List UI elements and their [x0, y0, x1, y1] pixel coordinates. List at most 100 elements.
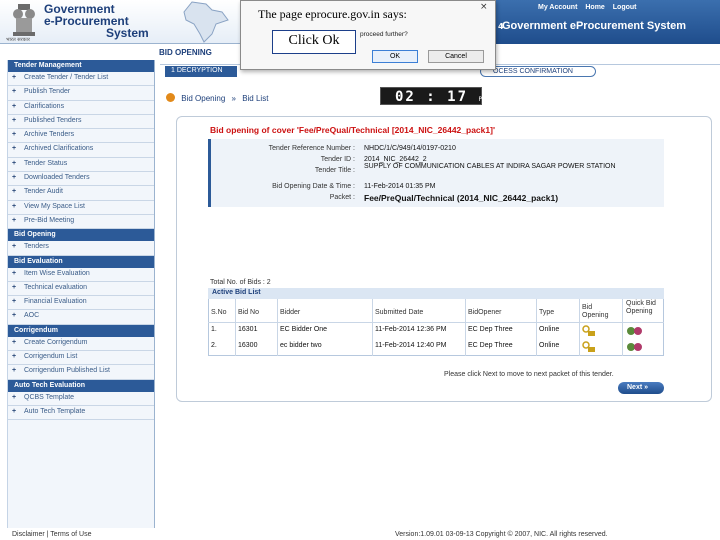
sidebar-item-label: Archived Clarifications: [24, 145, 94, 153]
plus-icon: +: [12, 216, 17, 224]
quick-open-icon[interactable]: [626, 325, 644, 337]
logo-subtext: भारत सरकार: [6, 37, 30, 43]
cell-sno: 2.: [211, 342, 217, 349]
sidebar-item[interactable]: + Corrigendum List: [8, 351, 154, 366]
footer-copyright: Version:1.09.01 03-09-13 Copyright © 200…: [395, 531, 608, 538]
server-clock: 02 : 17 PM: [380, 87, 486, 105]
plus-icon: +: [12, 243, 17, 251]
key-icon[interactable]: [582, 341, 596, 353]
dialog-close-icon[interactable]: ×: [480, 2, 488, 12]
sidebar-item[interactable]: + Publish Tender: [8, 86, 154, 101]
screen: Government e-Procurement System भारत सरक…: [0, 0, 720, 540]
column-header: Type: [539, 309, 555, 316]
sidebar-item-label: Published Tenders: [24, 116, 82, 124]
next-button[interactable]: Next »: [618, 382, 664, 394]
sidebar-item-label: Corrigendum List: [24, 353, 78, 361]
column-header: Submitted Date: [375, 309, 424, 316]
sidebar-item[interactable]: + Corrigendum Published List: [8, 365, 154, 380]
tab-decryption[interactable]: 1 DECRYPTION: [165, 66, 237, 77]
column-header: Bid No: [238, 309, 260, 316]
quick-open-icon[interactable]: [626, 341, 644, 353]
field-value: 11-Feb-2014 01:35 PM: [364, 183, 436, 190]
cell-sno: 1.: [211, 326, 217, 333]
sidebar-item[interactable]: + Tender Status: [8, 158, 154, 173]
sidebar-item-label: Clarifications: [24, 102, 65, 110]
cell-bidder: ec bidder two: [280, 342, 322, 349]
clock-time: 02 : 17: [395, 89, 469, 105]
sidebar-item[interactable]: + Archived Clarifications: [8, 143, 154, 158]
sidebar-item[interactable]: + Financial Evaluation: [8, 296, 154, 311]
cell-bidder: EC Bidder One: [280, 326, 328, 333]
sidebar-item[interactable]: + Create Tender / Tender List: [8, 72, 154, 87]
sidebar-item-label: Item Wise Evaluation: [24, 269, 90, 277]
plus-icon: +: [12, 174, 17, 182]
plus-icon: +: [12, 88, 17, 96]
sidebar-item[interactable]: + Create Corrigendum: [8, 337, 154, 352]
cell-submitted: 11-Feb-2014 12:40 PM: [375, 342, 447, 349]
sidebar-item-label: Auto Tech Template: [24, 407, 86, 415]
cell-opener: EC Dep Three: [468, 326, 513, 333]
ok-button[interactable]: OK: [372, 50, 418, 63]
sidebar-item[interactable]: + Downloaded Tenders: [8, 172, 154, 187]
sidebar-section-header: Corrigendum: [8, 324, 154, 337]
cell-submitted: 11-Feb-2014 12:36 PM: [375, 326, 447, 333]
clock-ampm: PM: [478, 96, 486, 103]
sidebar-item[interactable]: + Item Wise Evaluation: [8, 268, 154, 282]
key-icon[interactable]: [582, 325, 596, 337]
field-label: Tender Title :: [314, 167, 355, 174]
plus-icon: +: [12, 145, 17, 153]
sidebar-item-label: Tenders: [24, 243, 49, 251]
sidebar-item-label: Technical evaluation: [24, 283, 88, 291]
cell-bid-no: 16301: [238, 326, 258, 333]
sidebar-item[interactable]: + Pre-Bid Meeting: [8, 215, 154, 230]
cell-opener: EC Dep Three: [468, 342, 513, 349]
sidebar-item-label: Create Tender / Tender List: [24, 74, 109, 81]
sidebar-item[interactable]: + QCBS Template: [8, 392, 154, 406]
plus-icon: +: [12, 393, 17, 401]
sidebar-item[interactable]: + Published Tenders: [8, 115, 154, 130]
sidebar-item[interactable]: + Tenders: [8, 241, 154, 256]
sidebar-item-label: Create Corrigendum: [24, 338, 88, 346]
sidebar-item-label: Tender Audit: [24, 188, 63, 196]
sidebar-item[interactable]: + AOC: [8, 310, 154, 325]
field-label: Tender Reference Number :: [268, 145, 355, 152]
plus-icon: +: [12, 283, 17, 291]
sidebar-item[interactable]: + Archive Tenders: [8, 129, 154, 144]
sidebar-item[interactable]: + Tender Audit: [8, 186, 154, 201]
my-account-link[interactable]: My Account: [538, 4, 577, 11]
sidebar-item[interactable]: + Auto Tech Template: [8, 406, 154, 421]
sidebar-item-label: Archive Tenders: [24, 131, 75, 139]
bid-table-caption: Active Bid List: [208, 288, 664, 299]
sidebar-item-label: View My Space List: [24, 202, 85, 210]
sidebar-item[interactable]: + View My Space List: [8, 201, 154, 215]
plus-icon: +: [12, 407, 17, 415]
top-links: My Account Home Logout: [532, 4, 637, 11]
breadcrumb-bid-opening[interactable]: Bid Opening: [181, 94, 225, 103]
next-packet-note: Please click Next to move to next packet…: [444, 371, 614, 378]
logout-link[interactable]: Logout: [613, 4, 637, 11]
sidebar-section-header: Bid Opening: [8, 229, 154, 242]
home-link[interactable]: Home: [585, 4, 604, 11]
sidebar-section-header: Auto Tech Evaluation: [8, 379, 154, 392]
plus-icon: +: [12, 116, 17, 124]
dialog-title: The page eprocure.gov.in says:: [258, 7, 407, 21]
sidebar-item-label: Downloaded Tenders: [24, 174, 90, 182]
plus-icon: +: [12, 102, 17, 110]
column-header: Bidder: [280, 309, 301, 316]
sidebar: Tender Management + Create Tender / Tender…: [7, 60, 155, 528]
page-tab-bid-opening: BID OPENING: [159, 48, 212, 57]
dialog-message: proceed further?: [360, 31, 408, 38]
sidebar-item-label: QCBS Template: [24, 393, 75, 401]
breadcrumb-separator: »: [231, 94, 236, 103]
tab-process-confirmation[interactable]: OCESS CONFIRMATION: [480, 66, 596, 77]
footer-links[interactable]: Disclaimer | Terms of Use: [12, 531, 91, 538]
sidebar-item[interactable]: + Clarifications: [8, 101, 154, 115]
cancel-button[interactable]: Cancel: [428, 50, 484, 63]
cell-type: Online: [539, 326, 560, 333]
sidebar-section-header: Bid Evaluation: [8, 255, 154, 268]
plus-icon: +: [12, 74, 17, 81]
system-name: Government eProcurement System: [502, 20, 687, 32]
plus-icon: +: [12, 202, 17, 210]
sidebar-item[interactable]: + Technical evaluation: [8, 282, 154, 297]
sidebar-item-label: Tender Status: [24, 159, 68, 167]
